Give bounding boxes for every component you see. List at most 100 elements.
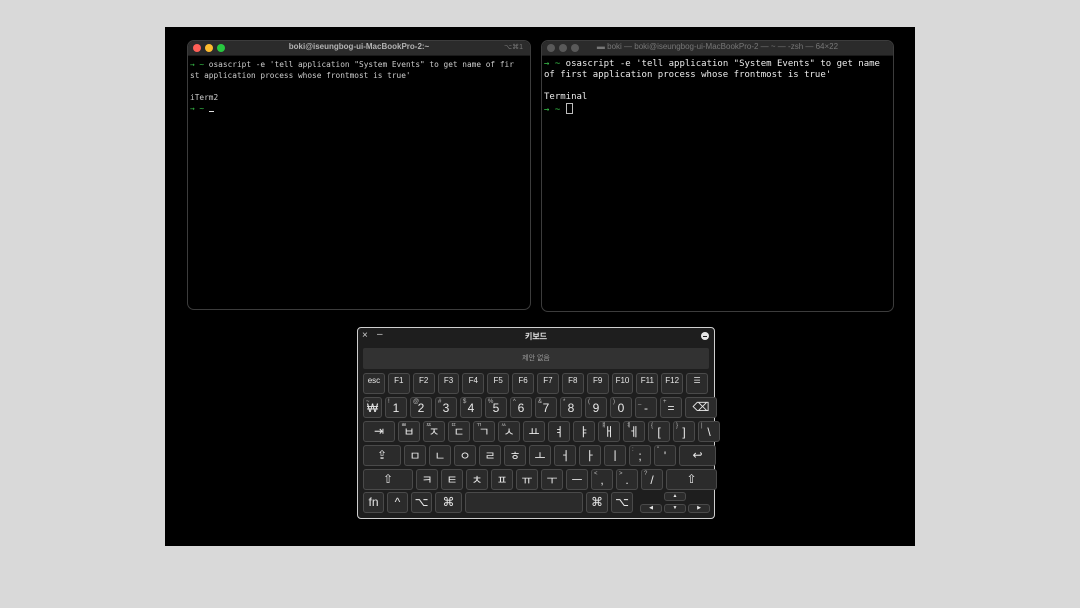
arrow-down-key[interactable]: ▼: [664, 504, 686, 513]
char-key[interactable]: {[: [648, 421, 670, 442]
char-key[interactable]: _ -: [635, 397, 657, 418]
char-key[interactable]: % 5: [485, 397, 507, 418]
terminal-window[interactable]: ▬ boki — boki@iseungbog-ui-MacBookPro-2 …: [541, 40, 894, 312]
key-label: F9: [592, 376, 603, 385]
char-key[interactable]: #3: [435, 397, 457, 418]
key-label: F5: [493, 376, 503, 385]
char-key[interactable]: ㅜ: [541, 469, 563, 490]
char-key[interactable]: * 8: [560, 397, 582, 418]
char-key[interactable]: <,: [591, 469, 613, 490]
char-key[interactable]: ㅃㅂ: [398, 421, 420, 442]
char-key[interactable]: @2: [410, 397, 432, 418]
char-key[interactable]: ㅒㅐ: [598, 421, 620, 442]
iterm-window[interactable]: boki@iseungbog-ui-MacBookPro-2:~ ⌥⌘1 → ~…: [187, 40, 531, 310]
char-key[interactable]: & 7: [535, 397, 557, 418]
char-key[interactable]: ~ ₩: [363, 397, 382, 418]
f9-key[interactable]: F9: [586, 373, 609, 394]
f12-key[interactable]: F12: [661, 373, 684, 394]
char-key[interactable]: ? /: [641, 469, 663, 490]
char-key[interactable]: ㅖㅔ: [623, 421, 645, 442]
char-key[interactable]: ) 0: [610, 397, 632, 418]
command-key[interactable]: ⌘: [435, 492, 462, 513]
char-key[interactable]: ㄸㄷ: [448, 421, 470, 442]
options-icon[interactable]: [701, 332, 709, 340]
char-key[interactable]: ㅓ: [554, 445, 576, 466]
option-key[interactable]: ⌥: [611, 492, 633, 513]
char-key[interactable]: ! 1: [385, 397, 407, 418]
control-key[interactable]: ^: [387, 492, 408, 513]
iterm-titlebar[interactable]: boki@iseungbog-ui-MacBookPro-2:~ ⌥⌘1: [188, 41, 530, 56]
f8-key[interactable]: F8: [561, 373, 584, 394]
char-key[interactable]: ㅕ: [548, 421, 570, 442]
char-key[interactable]: ㅑ: [573, 421, 595, 442]
terminal-output[interactable]: → ~ osascript -e 'tell application "Syst…: [544, 59, 891, 116]
keyboard-viewer-header[interactable]: × – 키보드: [358, 328, 714, 345]
caps-lock-key[interactable]: ⇪: [363, 445, 401, 466]
key-label: ㅠ: [521, 473, 533, 487]
suggestion-bar[interactable]: 제안 없음: [363, 348, 709, 369]
f5-key[interactable]: F5: [487, 373, 510, 394]
char-key[interactable]: ㅋ: [416, 469, 438, 490]
key-label: 6: [517, 401, 525, 415]
char-key[interactable]: ㅏ: [579, 445, 601, 466]
terminal-text: osascript -e 'tell application "System E…: [204, 60, 514, 69]
key-label: ㅑ: [578, 425, 590, 439]
char-key[interactable]: ㅗ: [529, 445, 551, 466]
function-key[interactable]: fn: [363, 492, 384, 513]
char-key[interactable]: }]: [673, 421, 695, 442]
char-key[interactable]: ㅇ: [454, 445, 476, 466]
key-label: F1: [394, 376, 404, 385]
char-key[interactable]: " ': [654, 445, 676, 466]
keyboard-viewer-title: 키보드: [524, 332, 548, 341]
f6-key[interactable]: F6: [512, 373, 534, 394]
command-key[interactable]: ⌘: [586, 492, 608, 513]
char-key[interactable]: ^ 6: [510, 397, 532, 418]
char-key[interactable]: | \: [698, 421, 720, 442]
terminal-line: st application process whose frontmost i…: [190, 70, 528, 81]
keyboard-viewer[interactable]: × – 키보드 제안 없음 esc F1 F2 F3 F4 F5 F6 F7 F8 F9 F10 F1…: [357, 327, 720, 519]
char-key[interactable]: ㄴ: [429, 445, 451, 466]
f2-key[interactable]: F2: [412, 373, 435, 394]
shift-key[interactable]: ⇧: [363, 469, 413, 490]
delete-key[interactable]: ⌫: [685, 397, 717, 418]
iterm-terminal-output[interactable]: → ~ osascript -e 'tell application "Syst…: [190, 59, 528, 114]
arrow-up-key[interactable]: ▲: [664, 492, 686, 501]
key-label: ㅣ: [609, 449, 621, 463]
char-key[interactable]: ㄹ: [479, 445, 501, 466]
char-key[interactable]: ㅌ: [441, 469, 463, 490]
return-key[interactable]: ↩: [679, 445, 716, 466]
char-key[interactable]: ㅠ: [516, 469, 538, 490]
f1-key[interactable]: F1: [387, 373, 410, 394]
char-key[interactable]: ㅉㅈ: [423, 421, 445, 442]
char-key[interactable]: $4: [460, 397, 482, 418]
terminal-titlebar[interactable]: ▬ boki — boki@iseungbog-ui-MacBookPro-2 …: [542, 41, 893, 56]
f4-key[interactable]: F4: [462, 373, 485, 394]
f10-key[interactable]: F10: [611, 373, 634, 394]
char-key[interactable]: ㅆㅅ: [498, 421, 520, 442]
char-key[interactable]: ㅛ: [523, 421, 545, 442]
key-label: ㅛ: [528, 425, 540, 439]
arrow-right-key[interactable]: ▶: [688, 504, 710, 513]
f11-key[interactable]: F11: [636, 373, 659, 394]
f7-key[interactable]: F7: [537, 373, 559, 394]
char-key[interactable]: ㅡ: [566, 469, 588, 490]
char-key[interactable]: >.: [616, 469, 638, 490]
char-key[interactable]: ㅍ: [491, 469, 513, 490]
option-key[interactable]: ⌥: [411, 492, 432, 513]
shift-key[interactable]: ⇧: [666, 469, 717, 490]
tab-key[interactable]: ⇥: [363, 421, 395, 442]
menu-key[interactable]: ☰: [686, 373, 708, 394]
char-key[interactable]: ㅁ: [404, 445, 426, 466]
escape-key[interactable]: esc: [363, 373, 385, 394]
arrow-left-key[interactable]: ◀: [640, 504, 662, 513]
char-key[interactable]: :;: [629, 445, 651, 466]
char-key[interactable]: ㅣ: [604, 445, 626, 466]
char-key[interactable]: + =: [660, 397, 682, 418]
key-label: fn: [368, 495, 379, 509]
char-key[interactable]: ㄲㄱ: [473, 421, 495, 442]
space-key[interactable]: [465, 492, 583, 513]
char-key[interactable]: ㅊ: [466, 469, 488, 490]
char-key[interactable]: ㅎ: [504, 445, 526, 466]
char-key[interactable]: (9: [585, 397, 607, 418]
f3-key[interactable]: F3: [437, 373, 460, 394]
